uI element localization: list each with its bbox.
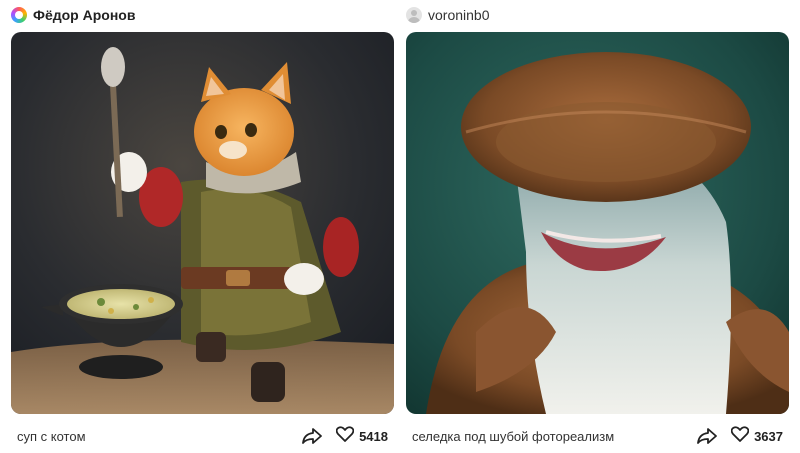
author-row[interactable]: voroninb0 [406, 4, 490, 26]
post-caption[interactable]: селедка под шубой фотореализм [412, 429, 697, 444]
heart-outline-icon[interactable] [335, 425, 355, 447]
like-count: 3637 [754, 428, 783, 444]
post-image[interactable] [406, 32, 789, 414]
cat-soup-illustration [11, 32, 394, 414]
share-arrow-icon[interactable] [697, 426, 719, 446]
heart-outline-icon[interactable] [730, 425, 750, 447]
post-image[interactable] [11, 32, 394, 414]
post-caption[interactable]: суп с котом [17, 429, 302, 444]
like-button[interactable]: 5418 [335, 425, 388, 447]
author-avatar[interactable] [11, 7, 27, 23]
author-avatar[interactable] [406, 7, 422, 23]
post-card: Фёдор Аронов суп с котом 5418 [11, 0, 394, 453]
share-arrow-icon[interactable] [302, 426, 324, 446]
like-button[interactable]: 3637 [730, 425, 783, 447]
post-card: voroninb0 селедка под шубой фотореализм … [406, 0, 789, 453]
post-footer: суп с котом 5418 [17, 424, 388, 448]
author-name[interactable]: Фёдор Аронов [33, 7, 135, 23]
author-row[interactable]: Фёдор Аронов [11, 4, 135, 26]
like-count: 5418 [359, 428, 388, 444]
post-footer: селедка под шубой фотореализм 3637 [412, 424, 783, 448]
author-name[interactable]: voroninb0 [428, 7, 490, 23]
herring-fur-coat-photo [406, 32, 789, 414]
